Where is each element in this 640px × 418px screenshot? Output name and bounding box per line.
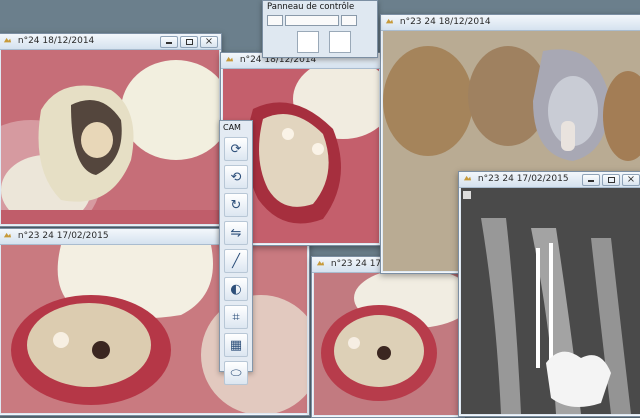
window-title: n°23 24 17/02/2015 xyxy=(477,174,569,184)
dental-photo xyxy=(314,273,462,415)
grid-icon[interactable]: ▦ xyxy=(224,333,248,357)
contrast-icon[interactable] xyxy=(297,31,319,53)
close-button[interactable] xyxy=(200,34,218,49)
app-icon xyxy=(385,16,394,24)
rotate-90-cw-icon[interactable]: ⟳ xyxy=(224,137,248,161)
window-title: n°23 24 18/12/2014 xyxy=(399,17,491,27)
ruler-icon[interactable]: ╱ xyxy=(224,249,248,273)
app-icon xyxy=(316,258,325,266)
rotate-180-icon[interactable]: ↻ xyxy=(224,193,248,217)
minimize-button[interactable] xyxy=(582,174,600,186)
rotate-90-ccw-icon[interactable]: ⟲ xyxy=(224,165,248,189)
app-icon xyxy=(225,54,234,62)
app-icon xyxy=(3,35,12,43)
xray-image xyxy=(461,188,640,414)
panel-toggle[interactable] xyxy=(267,15,283,26)
crop-icon[interactable]: ⌗ xyxy=(224,305,248,329)
panel-field[interactable] xyxy=(285,15,339,26)
image-window-3[interactable]: n°23 24 17/02/2015 xyxy=(0,228,310,416)
cam-toolbar-title: CAM xyxy=(223,123,241,132)
window-title: n°23 24 17/02/2015 xyxy=(17,231,109,241)
control-panel: Panneau de contrôle xyxy=(262,0,378,58)
panel-toggle-right[interactable] xyxy=(341,15,357,26)
dental-photo xyxy=(1,245,307,413)
minimize-button[interactable] xyxy=(160,36,178,48)
maximize-button[interactable] xyxy=(180,36,198,48)
close-button[interactable] xyxy=(622,172,640,187)
app-icon xyxy=(3,230,12,238)
mirror-icon[interactable]: ⇋ xyxy=(224,221,248,245)
dental-photo xyxy=(1,50,219,224)
cam-toolbar: CAM ⟳ ⟲ ↻ ⇋ ╱ ◐ ⌗ ▦ ⬭ xyxy=(219,120,253,385)
window-title: n°24 18/12/2014 xyxy=(17,36,95,46)
app-icon xyxy=(463,173,472,181)
image-window-6[interactable]: n°23 24 17/02/2015 xyxy=(311,256,465,418)
window-titlebar[interactable]: n°23 24 17/02/2015 xyxy=(459,172,640,188)
image-icon[interactable] xyxy=(329,31,351,53)
image-window-5[interactable]: n°23 24 17/02/2015 xyxy=(458,171,640,417)
fit-icon[interactable]: ⬭ xyxy=(224,361,248,385)
image-window-1[interactable]: n°24 18/12/2014 xyxy=(0,33,222,227)
window-titlebar[interactable]: n°23 24 18/12/2014 xyxy=(381,15,640,31)
maximize-button[interactable] xyxy=(602,174,620,186)
control-panel-title: Panneau de contrôle xyxy=(267,2,355,12)
color-adjust-icon[interactable]: ◐ xyxy=(224,277,248,301)
window-titlebar[interactable]: n°24 18/12/2014 xyxy=(0,34,221,50)
